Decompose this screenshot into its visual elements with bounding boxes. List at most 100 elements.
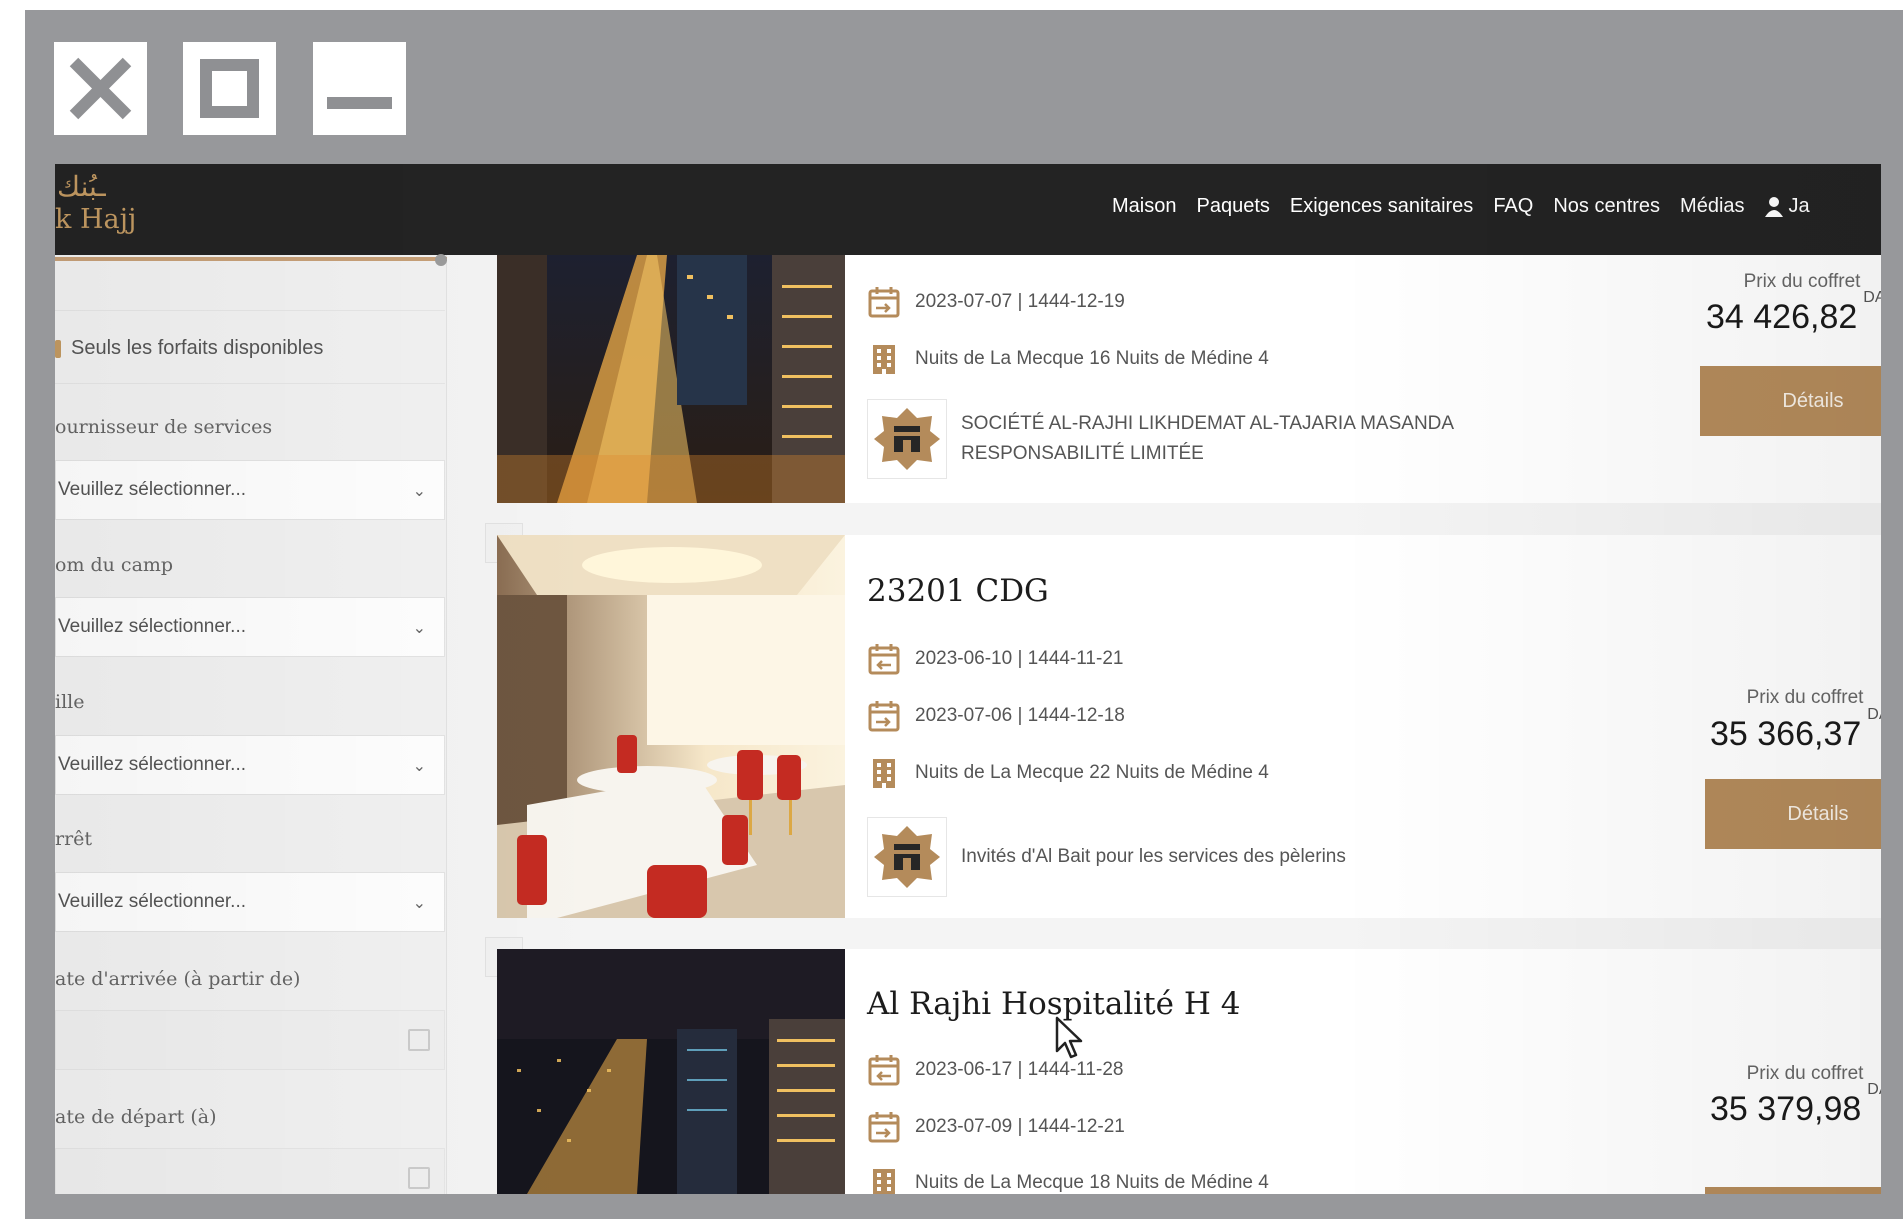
package-date-text: 2023-07-07 | 1444-12-19 (915, 291, 1125, 312)
price-value: 35 379,98 (1710, 1090, 1862, 1128)
price-label: Prix du coffret (1746, 1063, 1864, 1084)
currency: DAS (1863, 288, 1881, 306)
user-menu[interactable]: Ja (1764, 195, 1830, 218)
calendar-icon (868, 1112, 900, 1143)
provider-label: ournisseur de services (55, 416, 273, 438)
minimize-icon (327, 97, 392, 109)
nav-item-centres[interactable]: Nos centres (1553, 195, 1660, 218)
calendar-icon (408, 1167, 430, 1189)
package-price: 35 366,37 DAS (1710, 706, 1881, 754)
price-value: 35 366,37 (1710, 715, 1862, 753)
browser-viewport: ـبُنك k Hajj Maison Paquets Exigences sa… (55, 164, 1881, 1194)
stop-select[interactable]: Veuillez sélectionner... ⌄ (55, 872, 445, 932)
logo-arabic[interactable]: ـبُنك (57, 170, 106, 203)
calendar-icon (868, 644, 900, 675)
minimize-button[interactable] (313, 42, 406, 135)
calendar-icon (868, 701, 900, 732)
camp-select-value: Veuillez sélectionner... (58, 616, 247, 637)
calendar-icon (408, 1029, 430, 1051)
package-photo (497, 255, 845, 503)
package-photo (497, 949, 845, 1194)
only-available-checkbox[interactable]: Seuls les forfaits disponibles (55, 337, 323, 360)
package-price: 35 379,98 DAS (1710, 1081, 1881, 1129)
calendar-icon (868, 1055, 900, 1086)
currency: DAS (1867, 1080, 1881, 1098)
package-date-text: 2023-06-10 | 1444-11-21 (915, 648, 1124, 669)
chevron-down-icon: ⌄ (412, 483, 426, 500)
price-range-track[interactable] (55, 255, 447, 261)
arrival-date-label: ate d'arrivée (à partir de) (55, 968, 301, 990)
package-nights-text: Nuits de La Mecque 22 Nuits de Médine 4 (915, 762, 1269, 783)
divider (55, 383, 445, 384)
only-available-label: Seuls les forfaits disponibles (71, 337, 324, 359)
calendar-icon (868, 287, 900, 318)
package-card[interactable]: 2023-07-07 | 1444-12-19 Nuits de La Mecq… (497, 255, 1881, 503)
package-nights: Nuits de La Mecque 16 Nuits de Médine 4 (867, 342, 1269, 376)
nav-item-paquets[interactable]: Paquets (1196, 195, 1269, 218)
kaaba-logo-icon (874, 826, 940, 888)
checkbox-box[interactable] (55, 339, 61, 358)
close-icon (69, 57, 132, 120)
package-card[interactable]: C Al Rajhi Hospitalité H 4 2023-06-17 | … (485, 937, 1881, 1194)
package-nights: Nuits de La Mecque 22 Nuits de Médine 4 (867, 756, 1269, 790)
package-nights: Nuits de La Mecque 18 Nuits de Médine 4 (867, 1166, 1269, 1194)
stop-select-value: Veuillez sélectionner... (58, 891, 247, 912)
city-select[interactable]: Veuillez sélectionner... ⌄ (55, 735, 445, 795)
nav-item-medias[interactable]: Médias (1680, 195, 1744, 218)
package-date-departure: 2023-06-10 | 1444-11-21 (867, 642, 1123, 676)
provider-name: Invités d'Al Bait pour les services des … (961, 846, 1346, 867)
chevron-down-icon: ⌄ (412, 758, 426, 775)
kaaba-logo-icon (874, 408, 940, 470)
package-nights-text: Nuits de La Mecque 18 Nuits de Médine 4 (915, 1172, 1269, 1193)
building-icon (873, 345, 895, 374)
nav-menu: Maison Paquets Exigences sanitaires FAQ … (1112, 195, 1850, 218)
package-photo (497, 535, 845, 918)
departure-date-label: ate de départ (à) (55, 1106, 217, 1128)
nav-item-maison[interactable]: Maison (1112, 195, 1176, 218)
camp-label: om du camp (55, 554, 174, 576)
price-value: 34 426,82 (1706, 298, 1858, 336)
provider-name: SOCIÉTÉ AL-RAJHI LIKHDEMAT AL-TAJARIA MA… (961, 413, 1454, 464)
filter-sidebar: Seuls les forfaits disponibles ournisseu… (55, 254, 447, 1194)
package-date-return: 2023-07-09 | 1444-12-21 (867, 1110, 1125, 1144)
package-card[interactable]: C (485, 523, 1881, 918)
arrival-date-input[interactable] (55, 1010, 445, 1070)
chevron-down-icon: ⌄ (412, 895, 426, 912)
provider-logo (867, 399, 947, 479)
details-button[interactable]: Détails (1700, 366, 1881, 436)
package-date-text: 2023-07-09 | 1444-12-21 (915, 1116, 1125, 1137)
provider-logo (867, 817, 947, 897)
price-range-handle[interactable] (435, 254, 447, 266)
package-provider: SOCIÉTÉ AL-RAJHI LIKHDEMAT AL-TAJARIA MA… (867, 399, 1561, 479)
building-icon (873, 759, 895, 788)
departure-date-input[interactable] (55, 1148, 445, 1194)
details-button[interactable] (1705, 1187, 1881, 1194)
provider-select[interactable]: Veuillez sélectionner... ⌄ (55, 460, 445, 520)
maximize-icon (200, 59, 259, 118)
top-navbar: ـبُنك k Hajj Maison Paquets Exigences sa… (55, 164, 1881, 255)
mouse-cursor-icon (1055, 1016, 1083, 1059)
package-date-text: 2023-07-06 | 1444-12-18 (915, 705, 1125, 726)
nav-item-faq[interactable]: FAQ (1493, 195, 1533, 218)
user-label: Ja (1788, 195, 1810, 217)
price-label: Prix du coffret (1743, 271, 1861, 292)
divider (55, 310, 445, 311)
package-provider: Invités d'Al Bait pour les services des … (867, 817, 1346, 897)
chevron-down-icon: ⌄ (412, 620, 426, 637)
logo-text[interactable]: k Hajj (55, 204, 136, 235)
close-button[interactable] (54, 42, 147, 135)
package-title: 23201 CDG (867, 573, 1049, 609)
package-date-return: 2023-07-07 | 1444-12-19 (867, 285, 1125, 319)
package-date-text: 2023-06-17 | 1444-11-28 (915, 1059, 1124, 1080)
camp-select[interactable]: Veuillez sélectionner... ⌄ (55, 597, 445, 657)
city-select-value: Veuillez sélectionner... (58, 754, 247, 775)
maximize-button[interactable] (183, 42, 276, 135)
city-label: ille (55, 691, 85, 713)
details-button[interactable]: Détails (1705, 779, 1881, 849)
stop-label: rrêt (55, 828, 93, 850)
user-icon (1764, 196, 1783, 217)
building-icon (873, 1169, 895, 1194)
package-date-return: 2023-07-06 | 1444-12-18 (867, 699, 1125, 733)
package-nights-text: Nuits de La Mecque 16 Nuits de Médine 4 (915, 348, 1269, 369)
nav-item-exigences[interactable]: Exigences sanitaires (1290, 195, 1473, 218)
